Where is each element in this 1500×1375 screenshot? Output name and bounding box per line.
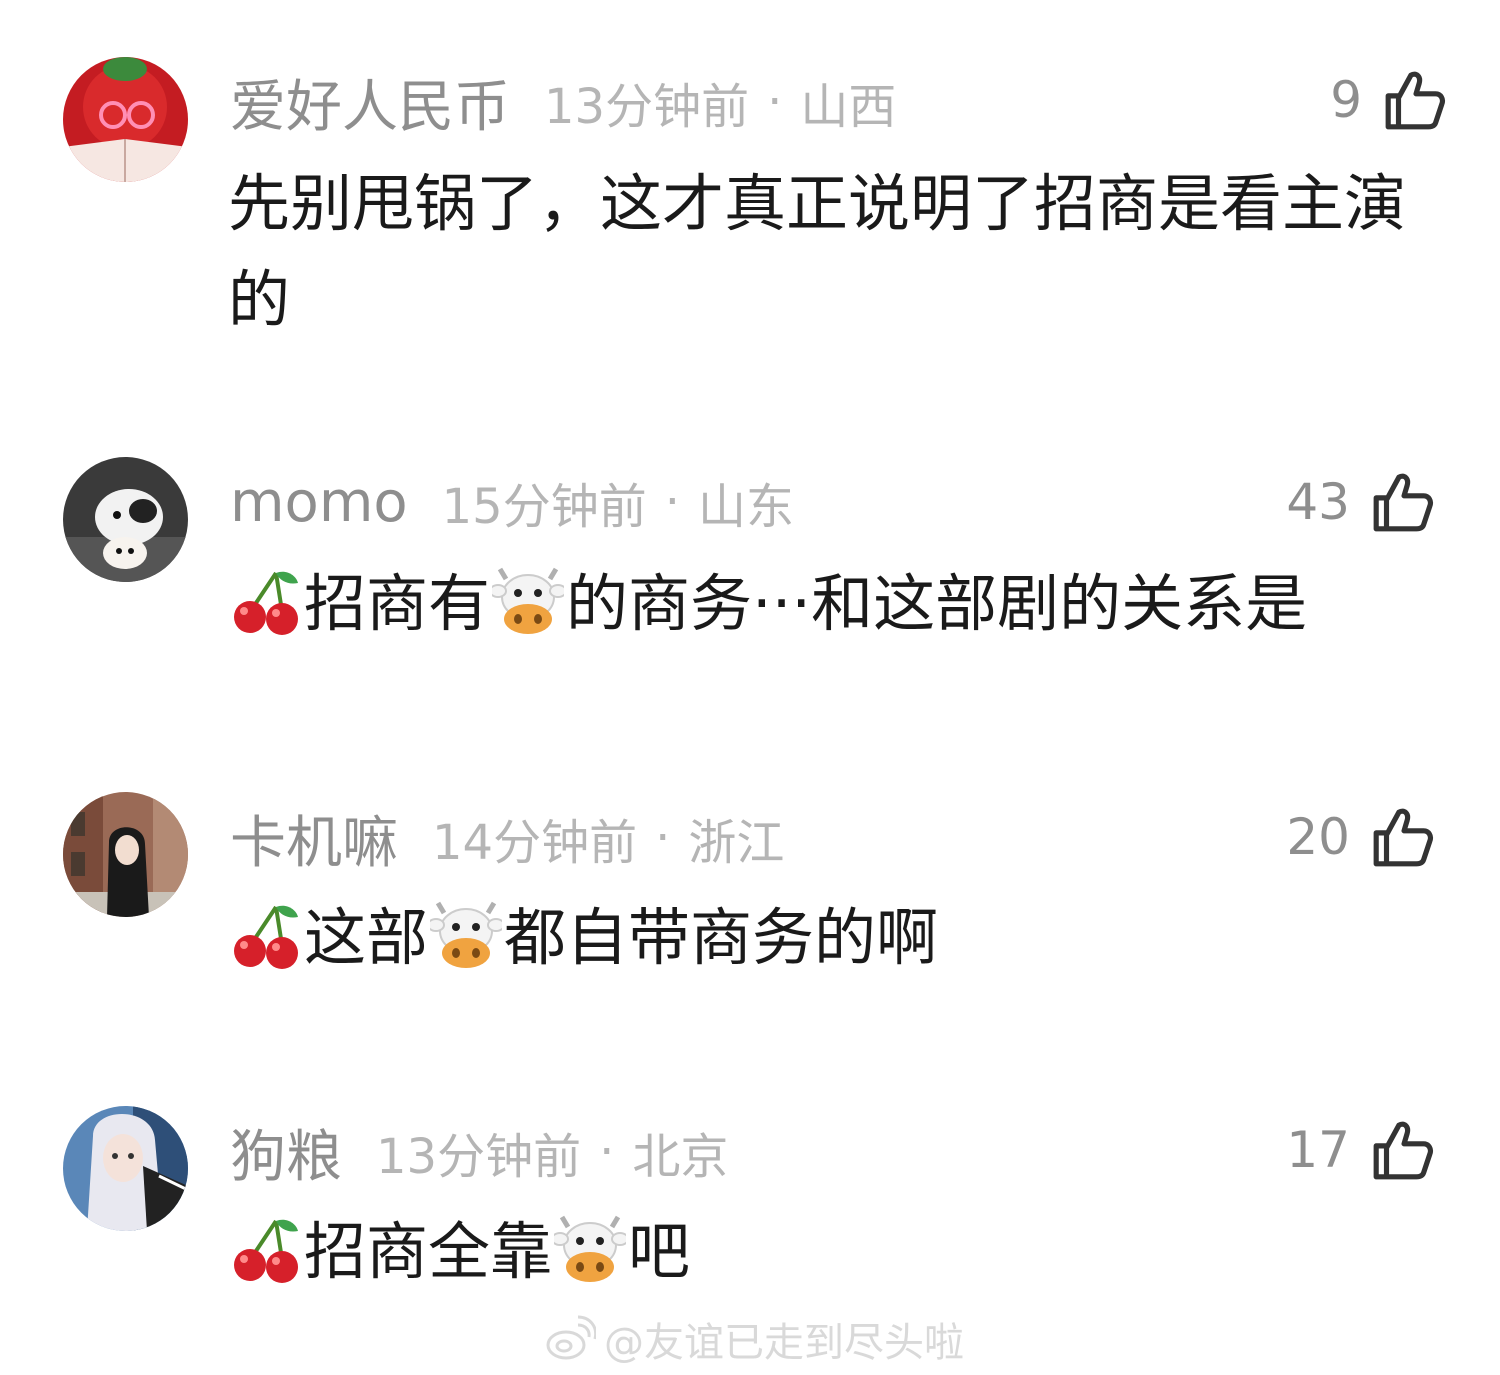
- comment-location: 山西: [800, 79, 897, 135]
- like-count: 9: [1330, 71, 1362, 129]
- comment-meta: 卡机嘛 14分钟前 · 浙江: [230, 803, 785, 876]
- comment-text: 这部 都自带商务的啊: [228, 890, 1458, 986]
- user-avatar[interactable]: [63, 457, 188, 582]
- like-button[interactable]: 17: [1286, 1114, 1436, 1186]
- like-count: 20: [1286, 808, 1350, 866]
- cherry-emoji-icon: [230, 899, 302, 971]
- comment-location: 北京: [632, 1129, 729, 1185]
- thumbs-up-icon: [1370, 1117, 1436, 1183]
- cow-face-emoji-icon: [554, 1213, 627, 1285]
- comment-text-content: 招商全靠: [304, 1215, 553, 1288]
- user-avatar[interactable]: [63, 792, 188, 917]
- comment-text-content: 的商务···和这部剧的关系是: [566, 567, 1308, 640]
- thumbs-up-icon: [1382, 67, 1448, 133]
- comment-time: 15分钟前: [441, 479, 647, 535]
- comment-text-content: 吧: [628, 1215, 691, 1288]
- comment-text-content: 这部: [304, 901, 429, 974]
- comment-text: 招商有 的商务···和这部剧的关系是: [228, 556, 1458, 652]
- username[interactable]: 狗粮: [230, 1112, 342, 1193]
- username[interactable]: 卡机嘛: [230, 798, 398, 879]
- comment-text: 招商全靠 吧: [228, 1204, 1458, 1300]
- puppy-avatar-icon: [63, 457, 188, 582]
- comment-text-content: 先别甩锅了，这才真正说明了招商是看主演的: [228, 167, 1407, 336]
- like-button[interactable]: 9: [1330, 64, 1448, 136]
- meta-separator: ·: [655, 810, 671, 866]
- like-count: 43: [1286, 473, 1350, 531]
- user-avatar[interactable]: [63, 57, 188, 182]
- comment-meta: 狗粮 13分钟前 · 北京: [230, 1117, 729, 1190]
- red-book-avatar-icon: [63, 57, 188, 182]
- comment-text-content: 都自带商务的啊: [504, 901, 939, 974]
- comment-time: 13分钟前: [376, 1129, 582, 1185]
- comment-meta: 爱好人民币 13分钟前 · 山西: [230, 67, 897, 140]
- weibo-logo-icon: [546, 1315, 596, 1360]
- watermark: @友谊已走到尽头啦: [544, 1312, 964, 1366]
- like-button[interactable]: 20: [1286, 801, 1436, 873]
- comment-meta: momo 15分钟前 · 山东: [230, 467, 794, 537]
- meta-separator: ·: [664, 474, 680, 530]
- cherry-emoji-icon: [230, 565, 302, 637]
- cow-face-emoji-icon: [430, 899, 503, 971]
- user-avatar[interactable]: [63, 1106, 188, 1231]
- comment-text: 先别甩锅了，这才真正说明了招商是看主演的: [228, 156, 1458, 348]
- comment-time: 14分钟前: [432, 815, 638, 871]
- like-count: 17: [1286, 1121, 1350, 1179]
- like-button[interactable]: 43: [1286, 466, 1436, 538]
- comment-time: 13分钟前: [544, 79, 750, 135]
- watermark-text: @友谊已走到尽头啦: [604, 1320, 964, 1366]
- username[interactable]: 爱好人民币: [230, 62, 510, 143]
- comment-location: 山东: [697, 479, 794, 535]
- cow-face-emoji-icon: [492, 565, 565, 637]
- username[interactable]: momo: [230, 470, 408, 535]
- meta-separator: ·: [767, 74, 783, 130]
- thumbs-up-icon: [1370, 804, 1436, 870]
- meta-separator: ·: [599, 1124, 615, 1180]
- girl-photo-avatar-icon: [63, 792, 188, 917]
- thumbs-up-icon: [1370, 469, 1436, 535]
- cherry-emoji-icon: [230, 1213, 302, 1285]
- silver-hair-avatar-icon: [63, 1106, 188, 1231]
- comment-text-content: 招商有: [304, 567, 491, 640]
- comment-location: 浙江: [688, 815, 785, 871]
